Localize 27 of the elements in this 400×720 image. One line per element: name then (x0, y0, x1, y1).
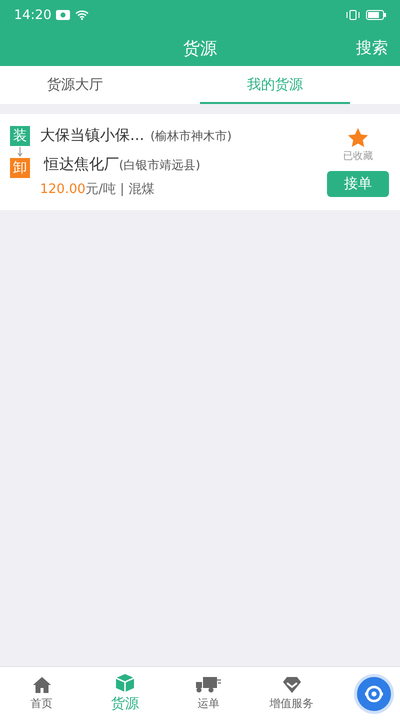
origin-area: (榆林市神木市) (150, 128, 232, 145)
nav-item[interactable]: 首页 (0, 676, 84, 710)
diamond-icon (282, 676, 301, 692)
favorite-label: 已收藏 (343, 150, 373, 163)
nav-item[interactable]: 运单 (166, 676, 250, 710)
load-tag: 装 (10, 126, 30, 146)
destination-area: (白银市靖远县) (119, 157, 200, 174)
headset-icon (363, 683, 385, 705)
box-icon (116, 674, 134, 692)
battery-icon (366, 10, 386, 20)
truck-icon (195, 676, 222, 692)
star-icon[interactable] (348, 128, 368, 147)
vibrate-icon (345, 10, 361, 20)
home-icon (32, 676, 51, 692)
down-arrow-icon (17, 147, 23, 157)
image-icon (56, 10, 70, 20)
origin-name: 大保当镇小保... (40, 126, 144, 145)
nav-item[interactable]: 增值服务 (250, 676, 334, 710)
wifi-icon (75, 10, 90, 20)
price: 120.00 (40, 182, 86, 197)
status-time: 14:20 (14, 8, 52, 22)
tab[interactable]: 货源大厅 (0, 66, 150, 104)
destination-name: 恒达焦化厂 (44, 155, 119, 174)
price-unit: 元/吨 | 混煤 (86, 181, 155, 198)
unload-tag: 卸 (10, 158, 30, 178)
page-title: 货源 (183, 38, 217, 60)
customer-service-button[interactable] (354, 674, 394, 714)
